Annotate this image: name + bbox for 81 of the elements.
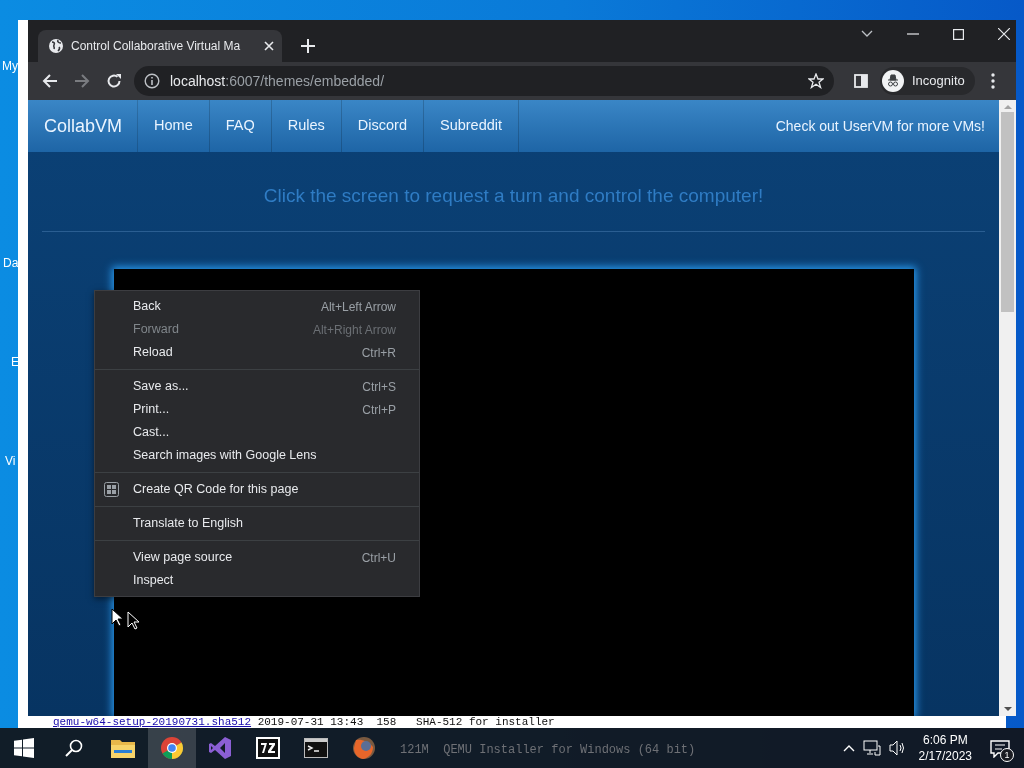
notification-count: 1	[1000, 747, 1014, 762]
scrollbar-thumb[interactable]	[1001, 112, 1014, 312]
menu-label: Inspect	[133, 572, 174, 590]
file-link[interactable]: qemu-w64-setup-20190731.sha512	[53, 716, 252, 728]
new-tab-button[interactable]	[301, 39, 315, 53]
chevron-up-icon[interactable]	[842, 744, 855, 752]
menu-label: Create QR Code for this page	[133, 481, 299, 499]
menu-item[interactable]: Translate to English	[95, 512, 419, 535]
menu-label: Search images with Google Lens	[133, 447, 317, 465]
menu-item[interactable]: Save as... Ctrl+S	[95, 375, 419, 398]
shortcut-text: Ctrl+U	[361, 549, 396, 567]
globe-icon	[48, 38, 64, 54]
infinity-ribbon-icon	[208, 736, 232, 760]
file-details: 121M QEMU Installer for Windows (64 bit)	[400, 742, 696, 759]
mouse-cursor-icon	[111, 608, 123, 627]
reload-button[interactable]	[106, 73, 122, 89]
clock-time: 6:06 PM	[921, 732, 969, 748]
chrome-icon	[160, 736, 184, 760]
shortcut-text: Ctrl+P	[362, 401, 396, 419]
menu-icon[interactable]	[990, 73, 995, 89]
clock-date: 2/17/2023	[918, 748, 972, 764]
desktop-icon-label[interactable]: E	[11, 355, 19, 369]
shortcut-text: Alt+Left Arrow	[320, 298, 396, 316]
menu-item[interactable]: Reload Ctrl+R	[95, 341, 419, 364]
back-button[interactable]	[42, 73, 58, 89]
archive-logo-icon	[256, 737, 280, 759]
tab-title: Control Collaborative Virtual Ma	[71, 38, 242, 55]
tab-search-button[interactable]	[861, 30, 873, 38]
menu-label: Save as...	[133, 378, 189, 396]
profile-button[interactable]: Incognito	[880, 67, 975, 95]
clock[interactable]: 6:06 PM 2/17/2023	[914, 732, 976, 764]
desktop-icon-label[interactable]: My	[2, 59, 18, 73]
menu-item[interactable]: Back Alt+Left Arrow	[95, 295, 419, 318]
menu-label: Back	[133, 298, 161, 316]
desktop-icon-label[interactable]: Vi	[5, 454, 16, 468]
menu-item[interactable]: Inspect	[95, 569, 419, 592]
address-bar[interactable]: localhost:6007/themes/embedded/	[134, 66, 834, 96]
nav-link[interactable]: Home	[138, 100, 210, 152]
close-tab-button[interactable]	[264, 41, 274, 51]
menu-label: Reload	[133, 344, 173, 362]
shortcut-text: Ctrl+R	[361, 344, 396, 362]
bookmark-star-icon[interactable]	[808, 73, 824, 89]
prompt-text: Click the screen to request a turn and control the computer!	[262, 184, 765, 208]
menu-label: Print...	[133, 401, 170, 419]
menu-label: Translate to English	[133, 515, 243, 533]
windows-logo-icon	[14, 738, 34, 758]
close-button[interactable]	[998, 28, 1010, 40]
folder-icon	[111, 738, 135, 758]
menu-label: View page source	[133, 549, 233, 567]
menu-label: Forward	[133, 321, 179, 339]
browser-tab[interactable]: Control Collaborative Virtual Ma	[38, 30, 282, 62]
menu-item[interactable]: Create QR Code for this page	[95, 478, 419, 501]
site-brand[interactable]: CollabVM	[28, 100, 139, 152]
shortcut-text: Ctrl+S	[362, 378, 396, 396]
fox-globe-icon	[351, 735, 377, 761]
menu-item[interactable]: Search images with Google Lens	[95, 444, 419, 467]
mouse-cursor-icon	[127, 611, 139, 630]
menu-item[interactable]: View page source Ctrl+U	[95, 546, 419, 569]
scrollbar[interactable]	[999, 100, 1016, 716]
taskbar-app-button[interactable]	[148, 728, 196, 768]
info-icon	[144, 73, 160, 89]
menu-item[interactable]: Print... Ctrl+P	[95, 398, 419, 421]
nav-link[interactable]: FAQ	[209, 100, 272, 152]
qr-code-icon	[104, 482, 119, 497]
incognito-icon	[882, 70, 904, 92]
shortcut-text: Alt+Right Arrow	[312, 321, 396, 339]
maximize-button[interactable]	[953, 28, 964, 40]
url-text: localhost:6007/themes/embedded/	[170, 71, 386, 91]
nav-link[interactable]: Subreddit	[423, 100, 520, 152]
nav-link[interactable]: Rules	[271, 100, 342, 152]
scroll-down-arrow-icon[interactable]	[1003, 706, 1012, 712]
menu-label: Cast...	[133, 424, 170, 442]
desktop-icon-label[interactable]: Da	[3, 256, 19, 270]
file-details: 2019-07-31 13:43 158 SHA-512 for installer	[256, 716, 555, 728]
promo-link[interactable]: Check out UserVM for more VMs!	[775, 100, 985, 152]
menu-item[interactable]: Cast...	[95, 421, 419, 444]
network-icon[interactable]	[862, 740, 881, 756]
nav-link[interactable]: Discord	[341, 100, 424, 152]
terminal-icon	[304, 738, 328, 758]
side-panel-button[interactable]	[854, 74, 868, 88]
speaker-icon[interactable]	[888, 740, 907, 756]
